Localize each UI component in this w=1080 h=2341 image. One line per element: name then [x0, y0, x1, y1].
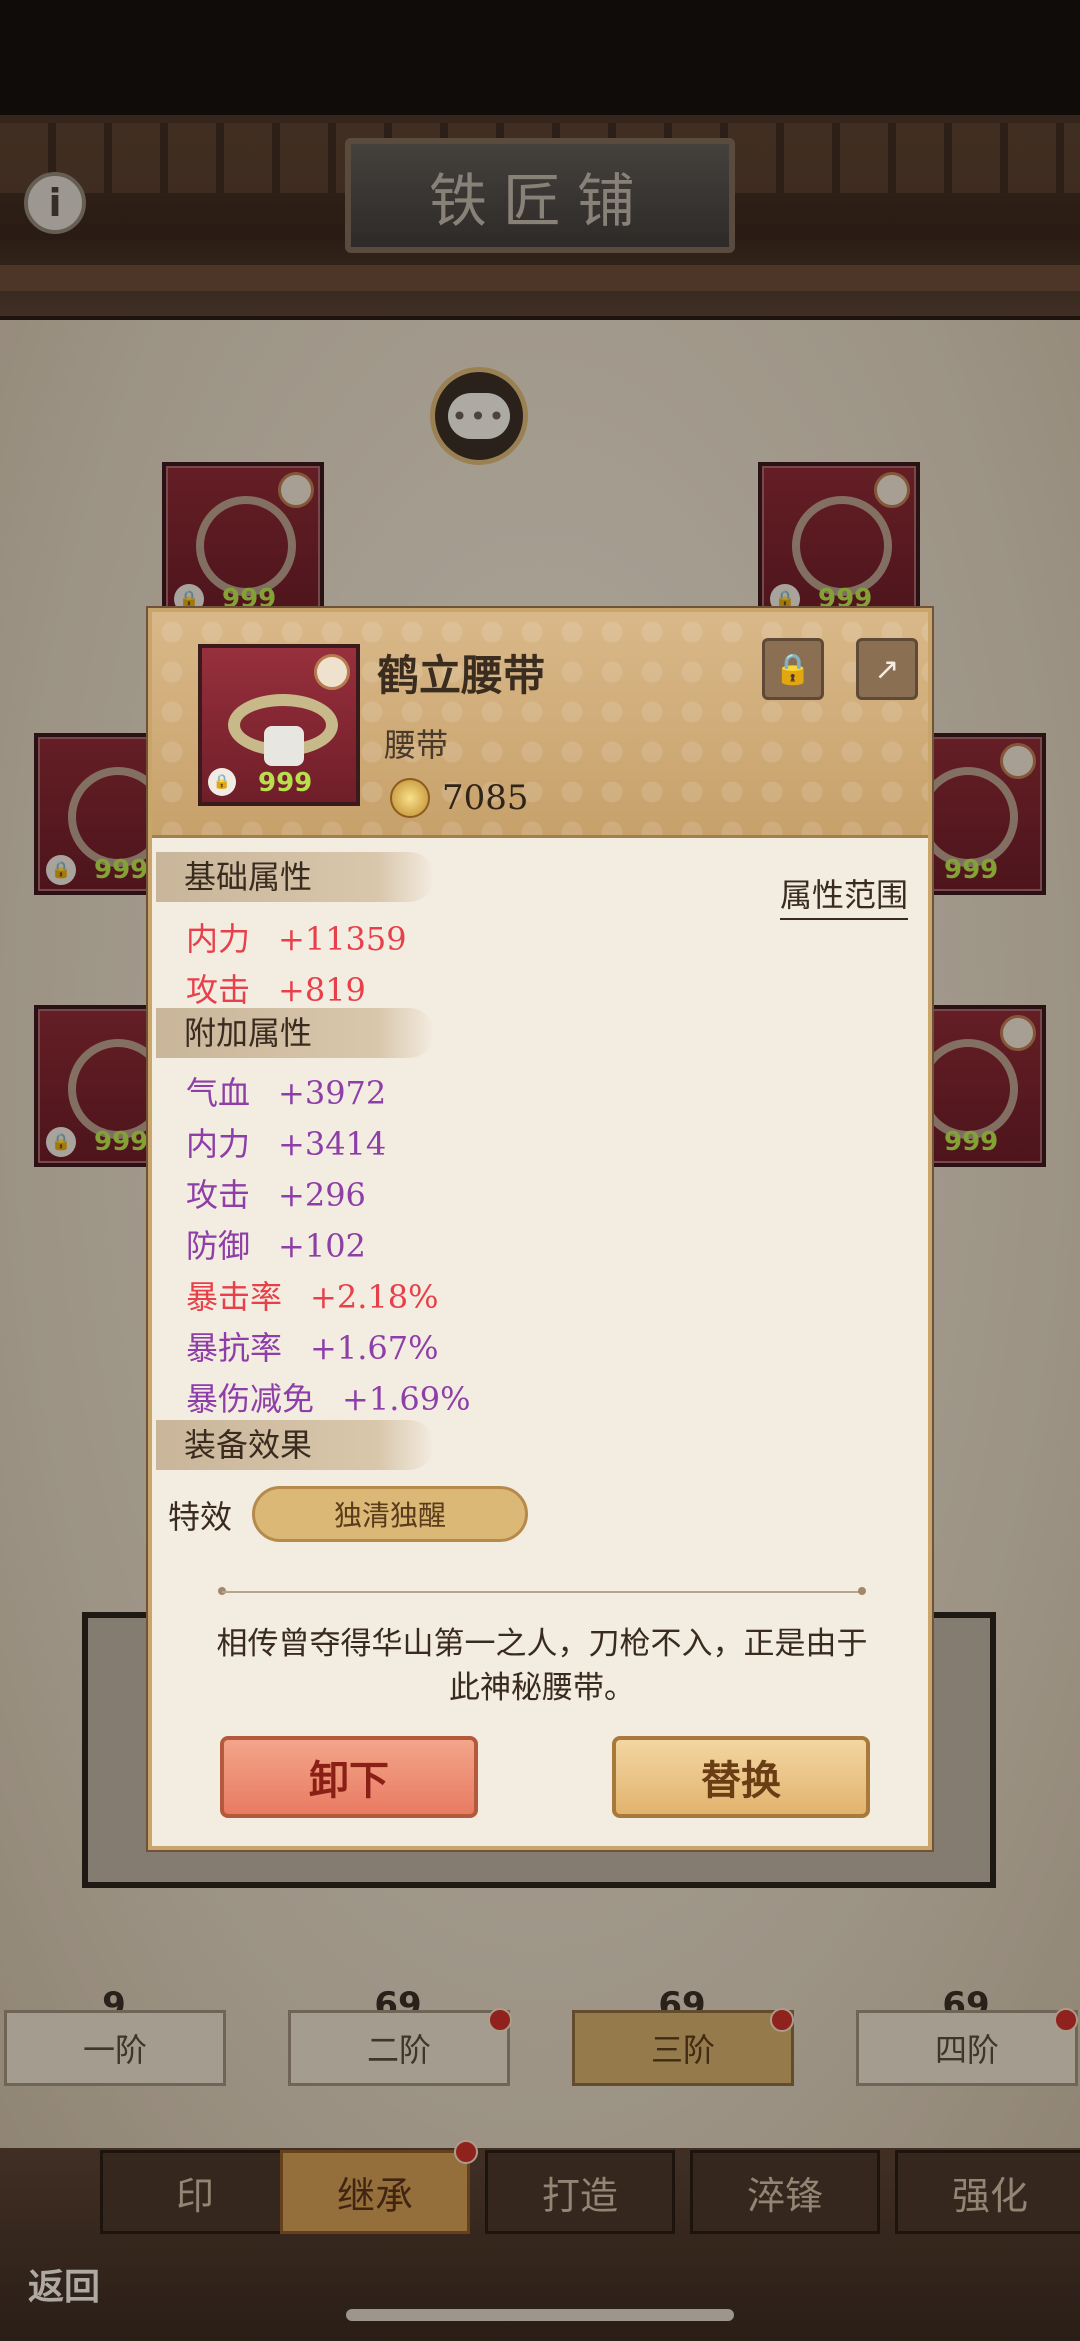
stat-name: 攻击 [186, 971, 251, 1009]
replace-label: 替换 [701, 1757, 781, 1804]
stat-value: +1.69% [342, 1380, 471, 1418]
stat-name: 内力 [186, 1125, 251, 1163]
unequip-label: 卸下 [309, 1757, 389, 1804]
stat-value: +819 [278, 971, 366, 1009]
stat-name: 暴伤减免 [186, 1380, 315, 1418]
stat-value: +3972 [278, 1074, 387, 1112]
stat-name: 防御 [186, 1227, 251, 1265]
effect-name-button[interactable]: 独清独醒 [252, 1486, 528, 1542]
stat-name: 攻击 [186, 1176, 251, 1214]
stat-row: 暴击率 +2.18% [186, 1272, 438, 1318]
divider [222, 1591, 862, 1593]
effect-label: 特效 [168, 1498, 233, 1536]
extra-attributes-header: 附加属性 [156, 1008, 434, 1058]
stat-row: 内力 +3414 [186, 1119, 386, 1165]
item-detail-popup: 🔒 999 鹤立腰带 腰带 7085 🔒 ↗ 基础属性 属性范围 内力 +1135… [148, 608, 932, 1850]
stat-row: 暴伤减免 +1.69% [186, 1374, 470, 1420]
unequip-button[interactable]: 卸下 [220, 1736, 478, 1818]
attribute-range-link[interactable]: 属性范围 [779, 870, 908, 920]
popup-header: 🔒 999 鹤立腰带 腰带 7085 🔒 ↗ [152, 612, 928, 838]
share-button[interactable]: ↗ [856, 638, 918, 700]
lock-button[interactable]: 🔒 [762, 638, 824, 700]
stat-value: +3414 [278, 1125, 387, 1163]
stat-value: +1.67% [310, 1329, 439, 1367]
stat-row: 防御 +102 [186, 1221, 366, 1267]
rank-badge-icon [314, 654, 350, 690]
lock-icon: 🔒 [208, 768, 236, 796]
item-icon: 🔒 999 [198, 644, 360, 806]
stat-name: 暴击率 [186, 1278, 283, 1316]
base-attributes-header: 基础属性 [156, 852, 434, 902]
stat-name: 暴抗率 [186, 1329, 283, 1367]
item-type: 腰带 [384, 726, 449, 764]
lock-icon: 🔒 [774, 651, 812, 687]
belt-knot [264, 726, 304, 766]
power-icon [390, 778, 430, 818]
stat-name: 气血 [186, 1074, 251, 1112]
replace-button[interactable]: 替换 [612, 1736, 870, 1818]
stat-value: +11359 [278, 920, 407, 958]
stat-value: +2.18% [310, 1278, 439, 1316]
stat-name: 内力 [186, 920, 251, 958]
stat-row: 攻击 +296 [186, 1170, 366, 1216]
stat-value: +296 [278, 1176, 366, 1214]
status-bar [0, 0, 1080, 115]
equip-effect-header: 装备效果 [156, 1420, 434, 1470]
stat-row: 攻击 +819 [186, 965, 366, 1011]
stat-row: 暴抗率 +1.67% [186, 1323, 438, 1369]
item-level: 999 [258, 768, 313, 798]
item-name: 鹤立腰带 [377, 651, 546, 700]
divider-dot [858, 1587, 866, 1595]
stat-value: +102 [278, 1227, 366, 1265]
item-power: 7085 [442, 778, 529, 818]
stat-row: 内力 +11359 [186, 914, 407, 960]
item-description: 相传曾夺得华山第一之人，刀枪不入，正是由于此神秘腰带。 [216, 1626, 868, 1706]
stat-row: 气血 +3972 [186, 1068, 386, 1114]
share-icon: ↗ [874, 651, 900, 687]
